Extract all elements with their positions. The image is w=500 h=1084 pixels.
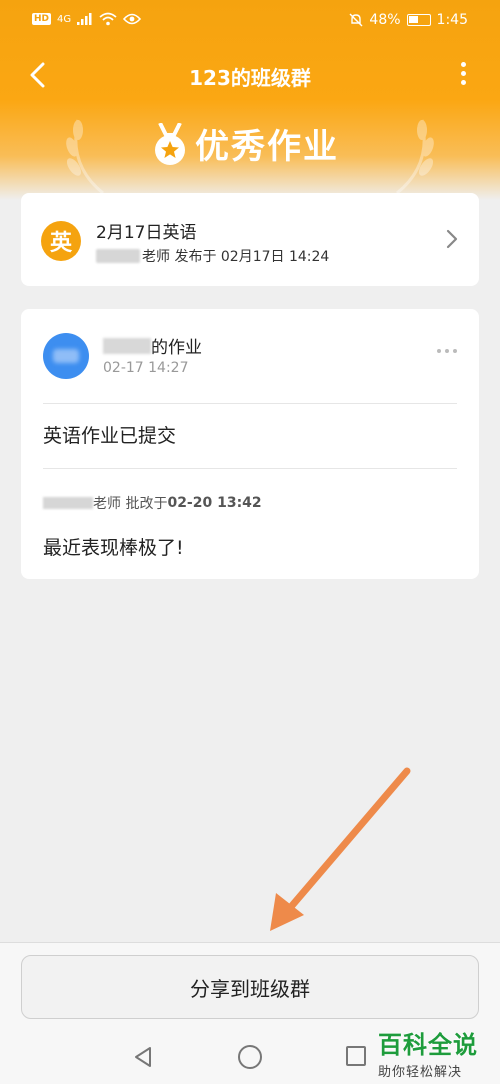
system-home-button[interactable] bbox=[238, 1045, 262, 1069]
medal-icon bbox=[155, 123, 185, 165]
battery-percent: 48% bbox=[369, 12, 401, 28]
wheat-decoration-icon bbox=[396, 119, 434, 195]
mute-bell-icon bbox=[349, 13, 363, 27]
subject-badge: 英 bbox=[41, 221, 81, 261]
more-dot-icon bbox=[460, 71, 466, 76]
network-label: 4G bbox=[57, 13, 72, 25]
watermark-title: 百科全说 bbox=[378, 1031, 478, 1059]
eye-icon bbox=[123, 13, 142, 25]
bottom-action-bar: 分享到班级群 bbox=[0, 942, 500, 1032]
banner-title: 优秀作业 bbox=[195, 127, 339, 167]
more-dot-icon bbox=[460, 80, 466, 85]
hd-icon: HD bbox=[32, 13, 52, 25]
status-time: 1:45 bbox=[436, 12, 468, 28]
more-dot-icon bbox=[437, 349, 441, 353]
page-title: 123的班级群 bbox=[189, 66, 311, 90]
submission-title-text: 的作业 bbox=[151, 338, 202, 358]
pointer-arrow-icon bbox=[270, 767, 411, 931]
redacted-teacher-name bbox=[96, 249, 140, 263]
review-time: 02-20 13:42 bbox=[167, 495, 262, 511]
more-dot-icon bbox=[445, 349, 449, 353]
avatar bbox=[43, 333, 89, 379]
watermark-subtitle: 助你轻松解决 bbox=[378, 1065, 463, 1080]
homework-meta: 老师 发布于 02月17日 14:24 bbox=[96, 246, 329, 266]
system-recent-apps-button[interactable] bbox=[346, 1046, 366, 1066]
more-dot-icon bbox=[460, 62, 466, 67]
review-comment: 最近表现棒极了! bbox=[43, 537, 184, 559]
submission-more-button[interactable] bbox=[437, 349, 457, 353]
wifi-icon bbox=[99, 12, 117, 26]
battery-icon bbox=[406, 14, 431, 26]
homework-info-card[interactable]: 英 2月17日英语 老师 发布于 02月17日 14:24 bbox=[21, 193, 479, 286]
divider bbox=[43, 403, 457, 404]
system-back-button[interactable] bbox=[132, 1046, 154, 1068]
more-dot-icon bbox=[453, 349, 457, 353]
status-bar: HD 4G 48% 1:45 bbox=[0, 0, 500, 42]
homework-meta-text: 老师 发布于 02月17日 14:24 bbox=[142, 249, 330, 265]
signal-icon bbox=[77, 13, 92, 25]
divider bbox=[43, 468, 457, 469]
redacted-student-name bbox=[103, 337, 151, 354]
submission-card: 的作业 02-17 14:27 英语作业已提交 老师 批改于 02-20 13:… bbox=[21, 309, 479, 579]
wheat-decoration-icon bbox=[66, 119, 104, 195]
submission-content: 英语作业已提交 bbox=[43, 425, 177, 447]
excellent-homework-banner: 优秀作业 bbox=[0, 115, 500, 195]
review-meta: 老师 批改于 02-20 13:42 bbox=[43, 493, 262, 513]
watermark-logo: 百科全说 助你轻松解决 bbox=[378, 1025, 490, 1080]
redacted-teacher-name bbox=[43, 497, 93, 509]
submission-title: 的作业 bbox=[103, 333, 202, 358]
submission-time: 02-17 14:27 bbox=[103, 360, 189, 376]
nav-bar: 123的班级群 bbox=[0, 42, 500, 108]
homework-title: 2月17日英语 bbox=[96, 223, 197, 243]
chevron-right-icon bbox=[446, 229, 458, 249]
more-options-button[interactable] bbox=[448, 62, 478, 92]
share-to-class-group-button[interactable]: 分享到班级群 bbox=[21, 955, 479, 1019]
review-meta-label: 老师 批改于 bbox=[93, 496, 168, 512]
